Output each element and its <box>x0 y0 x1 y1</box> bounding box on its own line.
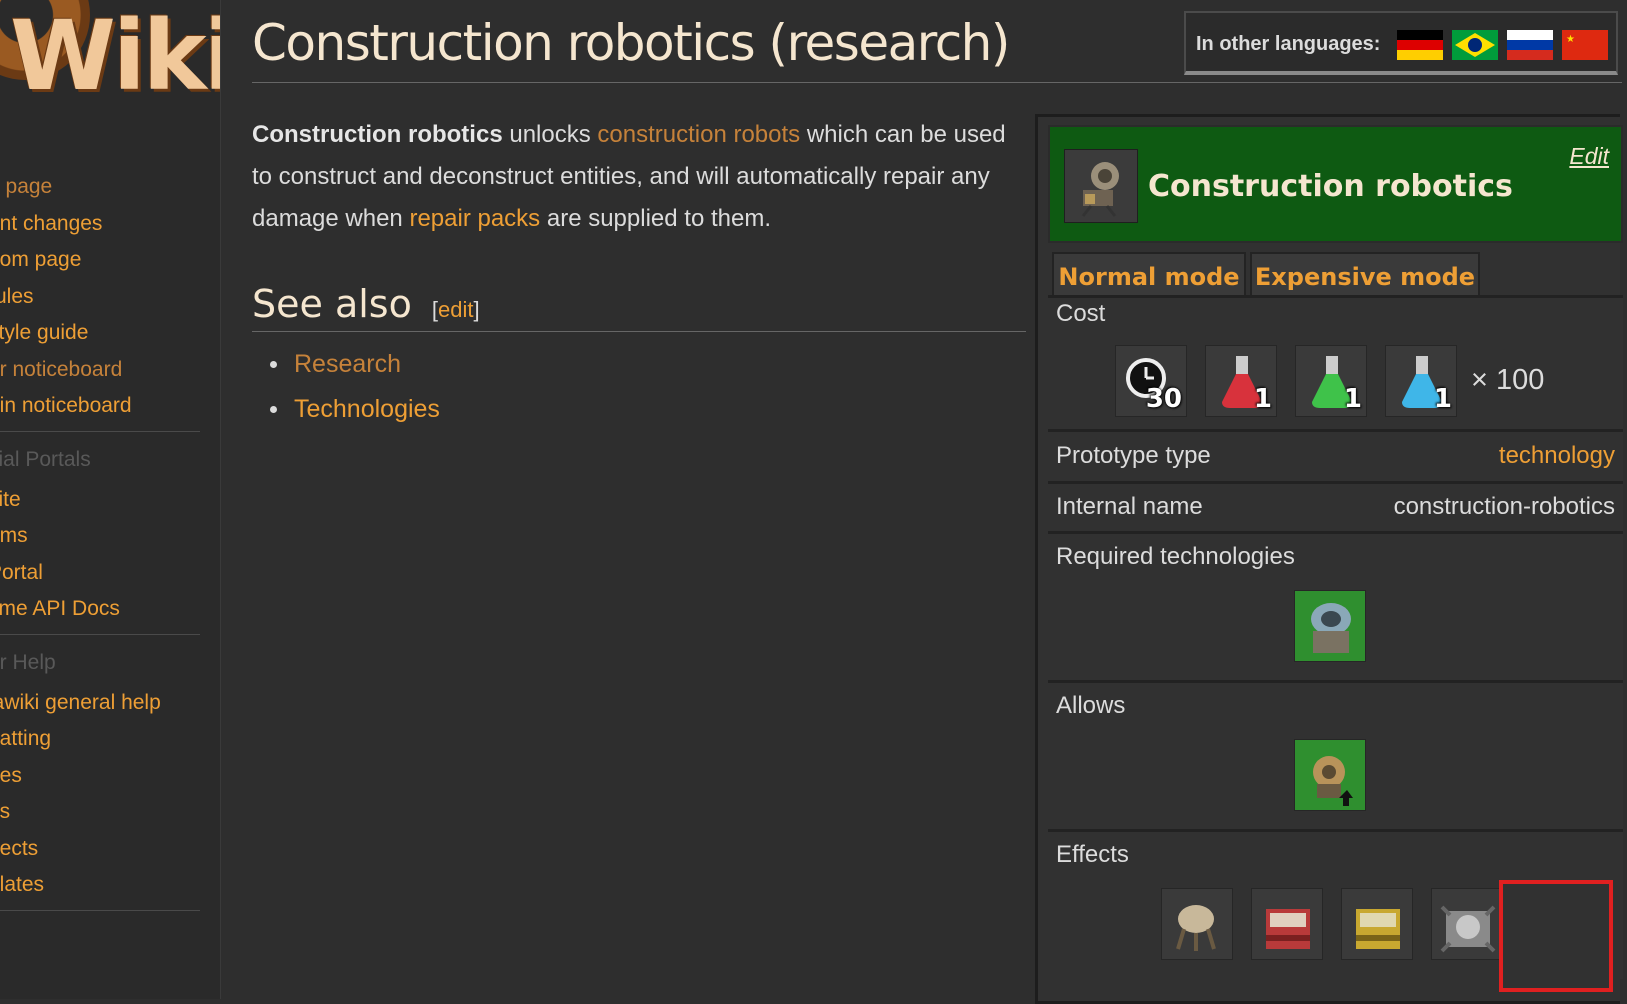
effect-slot-roboport-yellow[interactable] <box>1341 888 1413 960</box>
prototype-value-link[interactable]: technology <box>1499 442 1615 470</box>
see-also-list: Research Technologies <box>270 344 440 434</box>
required-technologies-label: Required technologies <box>1056 543 1295 570</box>
infobox-title: Construction robotics <box>1148 169 1513 204</box>
technologies-link[interactable]: Technologies <box>294 395 440 423</box>
sidebar-nav: n page ent changes dom page rules style … <box>0 169 220 917</box>
intro-text: unlocks <box>502 121 598 148</box>
robotics-tech-icon <box>1311 603 1351 653</box>
sidebar-item-formatting[interactable]: natting <box>0 721 220 758</box>
personal-roboport-tech-icon <box>1313 756 1353 806</box>
green-science-count: 1 <box>1343 384 1362 414</box>
construction-robot-icon <box>1176 905 1216 951</box>
internal-name-row: Internal name construction-robotics <box>1048 481 1623 531</box>
tab-normal-mode[interactable]: Normal mode <box>1052 252 1246 298</box>
sidebar-item-website[interactable]: site <box>0 482 220 519</box>
sidebar-item-recent-changes[interactable]: ent changes <box>0 206 220 243</box>
svg-text:★: ★ <box>1566 34 1575 45</box>
sidebar-item-main-page[interactable]: n page <box>0 169 220 206</box>
german-flag-icon[interactable] <box>1397 30 1443 60</box>
red-science-count: 1 <box>1253 384 1272 414</box>
allows-label: Allows <box>1056 692 1126 719</box>
intro-paragraph: Construction robotics unlocks constructi… <box>252 114 1022 240</box>
russia-flag-icon[interactable] <box>1507 30 1553 60</box>
red-chest-icon <box>1266 909 1310 949</box>
languages-label: In other languages: <box>1196 33 1381 55</box>
china-flag-icon[interactable]: ★ <box>1562 30 1608 60</box>
sidebar-heading-portals: cial Portals <box>0 447 91 471</box>
blue-science-slot[interactable]: 1 <box>1385 345 1457 417</box>
sidebar-divider <box>0 633 200 635</box>
wiki-logo[interactable]: Wiki <box>0 0 220 120</box>
list-item: Research <box>270 344 440 389</box>
see-also-title: See also <box>252 282 412 326</box>
required-tech-slot[interactable] <box>1294 590 1366 662</box>
see-also-heading: See also [edit] <box>252 282 480 326</box>
effects-label: Effects <box>1056 841 1129 868</box>
cost-label: Cost <box>1056 300 1106 327</box>
time-count: 30 <box>1145 384 1182 414</box>
sidebar-heading-help: or Help <box>0 650 56 674</box>
sidebar-item-rules[interactable]: rules <box>0 279 220 316</box>
title-divider <box>252 82 1622 83</box>
logo-text: Wiki <box>10 0 221 112</box>
construction-robotics-icon <box>1064 149 1138 223</box>
intro-bold-term: Construction robotics <box>252 121 503 148</box>
language-box: In other languages: ★ <box>1184 11 1618 75</box>
intro-text: are supplied to them. <box>540 205 771 232</box>
sidebar-item-redirects[interactable]: irects <box>0 831 220 868</box>
sidebar-divider <box>0 430 200 432</box>
sidebar-item-templates[interactable]: plates <box>0 867 220 904</box>
internal-name-label: Internal name <box>1056 493 1203 520</box>
cost-multiplier: × 100 <box>1471 364 1545 396</box>
sidebar-item-mediawiki-help[interactable]: iawiki general help <box>0 685 220 722</box>
see-also-divider <box>252 331 1026 332</box>
edit-section-link[interactable]: edit <box>438 297 473 322</box>
cost-row: Cost 30 1 1 1 × 100 <box>1048 295 1623 429</box>
infobox-header: Construction robotics Edit <box>1048 125 1623 243</box>
construction-robots-link[interactable]: construction robots <box>597 121 800 148</box>
page-title: Construction robotics (research) <box>252 14 1010 72</box>
roboport-icon <box>1440 905 1496 953</box>
yellow-chest-icon <box>1356 909 1400 949</box>
tab-expensive-mode[interactable]: Expensive mode <box>1250 252 1480 298</box>
sidebar-divider <box>0 909 200 911</box>
allows-row: Allows <box>1048 680 1623 829</box>
research-link[interactable]: Research <box>294 350 401 378</box>
bracket: ] <box>473 297 480 322</box>
sidebar-item-images[interactable]: ges <box>0 758 220 795</box>
internal-name-value: construction-robotics <box>1393 493 1615 520</box>
time-slot[interactable]: 30 <box>1115 345 1187 417</box>
allows-tech-slot[interactable] <box>1294 739 1366 811</box>
highlight-box <box>1499 880 1613 992</box>
sidebar-item-tables[interactable]: es <box>0 794 220 831</box>
prototype-label: Prototype type <box>1056 442 1211 469</box>
sidebar-item-mod-portal[interactable]: Portal <box>0 555 220 592</box>
infobox: Construction robotics Edit Normal mode E… <box>1035 114 1623 1004</box>
sidebar-item-forums[interactable]: ums <box>0 518 220 555</box>
effect-slot-roboport[interactable] <box>1431 888 1503 960</box>
sidebar-item-editor-noticeboard[interactable]: or noticeboard <box>0 352 220 389</box>
sidebar-item-random-page[interactable]: dom page <box>0 242 220 279</box>
infobox-edit-link[interactable]: Edit <box>1569 143 1609 170</box>
prototype-row: Prototype type technology <box>1048 429 1623 481</box>
required-technologies-row: Required technologies <box>1048 531 1623 680</box>
sidebar: Wiki n page ent changes dom page rules s… <box>0 0 221 999</box>
sidebar-item-admin-noticeboard[interactable]: nin noticeboard <box>0 388 220 425</box>
effect-slot-roboport-red[interactable] <box>1251 888 1323 960</box>
sidebar-item-api-docs[interactable]: time API Docs <box>0 591 220 628</box>
list-item: Technologies <box>270 389 440 434</box>
repair-packs-link[interactable]: repair packs <box>409 205 540 232</box>
edit-section: [edit] <box>432 297 480 322</box>
effect-slot-construction-robot[interactable] <box>1161 888 1233 960</box>
brazil-flag-icon[interactable] <box>1452 30 1498 60</box>
sidebar-item-style-guide[interactable]: style guide <box>0 315 220 352</box>
red-science-slot[interactable]: 1 <box>1205 345 1277 417</box>
green-science-slot[interactable]: 1 <box>1295 345 1367 417</box>
blue-science-count: 1 <box>1433 384 1452 414</box>
